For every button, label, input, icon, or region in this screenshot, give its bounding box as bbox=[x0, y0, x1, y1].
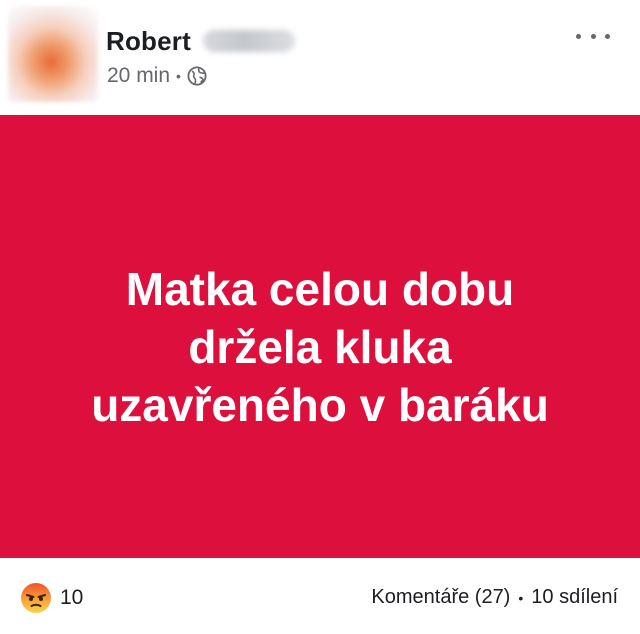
author-name[interactable]: Robert bbox=[106, 26, 191, 57]
stats-separator: • bbox=[518, 589, 524, 606]
banner-line: držela kluka bbox=[188, 320, 452, 373]
angry-reaction-icon bbox=[20, 582, 52, 614]
banner-line: Matka celou dobu bbox=[125, 262, 515, 315]
banner-text: Matka celou dobu držela kluka uzavřeného… bbox=[91, 260, 549, 434]
comments-link[interactable]: Komentáře (27) bbox=[371, 586, 510, 609]
more-horizontal-icon bbox=[605, 33, 610, 39]
post-meta: 20 min • bbox=[107, 64, 207, 88]
globe-icon[interactable] bbox=[187, 66, 207, 86]
more-horizontal-icon bbox=[590, 33, 596, 39]
post-header: Robert 20 min • bbox=[0, 0, 640, 115]
more-options-button[interactable] bbox=[576, 26, 610, 46]
reactions-summary[interactable]: 10 bbox=[20, 582, 83, 614]
facebook-post: Robert 20 min • Matka celou dobu držela … bbox=[0, 0, 640, 634]
meta-separator: • bbox=[176, 68, 181, 84]
post-footer: 10 Komentáře (27) • 10 sdílení bbox=[0, 572, 640, 628]
text-background-post: Matka celou dobu držela kluka uzavřeného… bbox=[0, 115, 640, 558]
redacted-surname bbox=[202, 30, 295, 52]
banner-line: uzavřeného v baráku bbox=[91, 378, 549, 431]
reaction-count: 10 bbox=[60, 586, 84, 609]
more-horizontal-icon bbox=[576, 33, 581, 39]
author-row: Robert bbox=[106, 26, 295, 56]
author-avatar[interactable] bbox=[8, 6, 98, 102]
shares-link[interactable]: 10 sdílení bbox=[531, 586, 618, 609]
post-timestamp[interactable]: 20 min bbox=[107, 64, 170, 88]
post-stats: Komentáře (27) • 10 sdílení bbox=[371, 586, 618, 609]
